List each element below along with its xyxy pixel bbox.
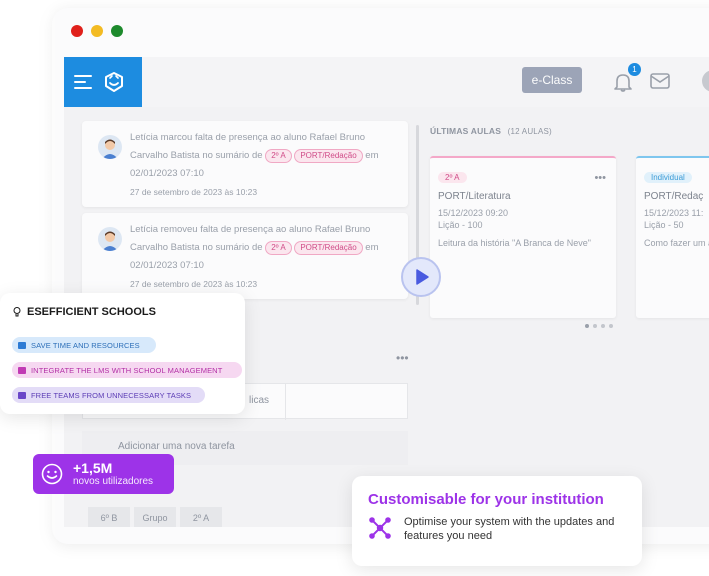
feature-label: INTEGRATE THE LMS WITH SCHOOL MANAGEMENT <box>31 365 223 375</box>
notification-text-part: em <box>365 242 379 253</box>
notification-text-part: em <box>365 150 379 161</box>
efficient-title: ESEFFICIENT SCHOOLS <box>13 306 156 318</box>
notification-badge: 1 <box>628 63 641 76</box>
window-close-dot[interactable] <box>71 25 83 37</box>
avatar <box>98 227 122 251</box>
notification-line: Carvalho Batista no sumário de 2º A PORT… <box>130 147 400 165</box>
pager-dot[interactable] <box>585 324 589 328</box>
lessons-title-text: ÚLTIMAS AULAS <box>430 126 502 136</box>
feature-icon <box>18 341 26 349</box>
lesson-datetime: 15/12/2023 11: <box>644 208 704 218</box>
users-text: +1,5M novos utilizadores <box>73 459 154 488</box>
lesson-number: Lição - 50 <box>644 220 684 230</box>
notification-text: Letícia marcou falta de presença ao alun… <box>130 129 400 201</box>
feature-pill: SAVE TIME AND RESOURCES <box>12 337 156 353</box>
customisable-title: Customisable for your institution <box>368 491 604 508</box>
lesson-description: Como fazer um argumentativ <box>644 238 709 248</box>
pager-dot[interactable] <box>609 324 613 328</box>
smile-icon <box>41 463 63 485</box>
filter-chip[interactable]: Grupo <box>134 507 176 527</box>
mail-icon[interactable] <box>649 72 671 90</box>
lightbulb-icon <box>13 307 21 317</box>
feature-icon <box>18 391 26 399</box>
notification-card[interactable]: Letícia removeu falta de presença ao alu… <box>82 213 408 299</box>
lesson-card[interactable]: 2º A ••• PORT/Literatura 15/12/2023 09:2… <box>430 156 616 318</box>
class-chip[interactable]: 2º A <box>265 149 292 163</box>
lesson-card[interactable]: Individual PORT/Redaç 15/12/2023 11: Liç… <box>636 156 709 318</box>
menu-box[interactable] <box>64 57 142 107</box>
lesson-meta: 15/12/2023 09:20 Lição - 100 <box>438 207 608 231</box>
filter-chip[interactable]: 6º B <box>88 507 130 527</box>
notification-text: Letícia removeu falta de presença ao alu… <box>130 221 400 293</box>
notification-card[interactable]: Letícia marcou falta de presença ao alun… <box>82 121 408 207</box>
play-button[interactable] <box>401 257 441 297</box>
filter-chip[interactable]: 2º A <box>180 507 222 527</box>
more-options-icon[interactable]: ••• <box>396 351 409 365</box>
lesson-chip: 2º A <box>438 172 467 183</box>
feature-label: FREE TEAMS FROM UNNECESSARY TASKS <box>31 390 192 400</box>
notification-line: Letícia marcou falta de presença ao alun… <box>130 132 366 143</box>
subject-chip[interactable]: PORT/Redação <box>294 149 363 163</box>
notification-line: 02/01/2023 07:10 <box>130 168 204 179</box>
lesson-chip: Individual <box>644 172 692 183</box>
notification-text-part: Carvalho Batista no sumário de <box>130 150 263 161</box>
pager-dot[interactable] <box>601 324 605 328</box>
eclass-button[interactable]: e-Class <box>522 67 582 93</box>
class-chip[interactable]: 2º A <box>265 241 292 255</box>
lesson-number: Lição - 100 <box>438 220 483 230</box>
user-avatar[interactable] <box>702 70 709 92</box>
pager-dot[interactable] <box>593 324 597 328</box>
tab-label[interactable]: licas <box>249 395 269 406</box>
lesson-title: PORT/Literatura <box>438 191 511 202</box>
hamburger-icon[interactable] <box>74 75 92 89</box>
notification-line: 02/01/2023 07:10 <box>130 260 204 271</box>
lesson-meta: 15/12/2023 11: Lição - 50 <box>644 207 709 231</box>
users-badge: +1,5M novos utilizadores <box>33 454 174 494</box>
efficient-schools-card: ESEFFICIENT SCHOOLS SAVE TIME AND RESOUR… <box>0 293 245 414</box>
window-maximize-dot[interactable] <box>111 25 123 37</box>
customisable-card: Customisable for your institution Optimi… <box>352 476 642 566</box>
notification-date: 27 de setembro de 2023 às 10:23 <box>130 187 258 197</box>
feature-pill: FREE TEAMS FROM UNNECESSARY TASKS <box>12 387 205 403</box>
divider <box>285 384 286 420</box>
feature-label: SAVE TIME AND RESOURCES <box>31 340 140 350</box>
window-minimize-dot[interactable] <box>91 25 103 37</box>
carousel-pager[interactable] <box>585 324 613 328</box>
filter-row: 6º B Grupo 2º A <box>88 507 222 527</box>
play-icon <box>416 269 429 285</box>
lessons-title: ÚLTIMAS AULAS (12 AULAS) <box>430 126 552 136</box>
notification-line: Letícia removeu falta de presença ao alu… <box>130 224 371 235</box>
feature-icon <box>18 366 26 374</box>
lesson-datetime: 15/12/2023 09:20 <box>438 208 509 218</box>
top-bar: e-Class 1 <box>64 57 709 107</box>
notification-line: Carvalho Batista no sumário de 2º A PORT… <box>130 239 400 257</box>
subject-chip[interactable]: PORT/Redação <box>294 241 363 255</box>
lesson-description: Leitura da história "A Branca de Neve" <box>438 238 591 248</box>
notification-date: 27 de setembro de 2023 às 10:23 <box>130 279 258 289</box>
lessons-count: (12 AULAS) <box>507 127 552 136</box>
users-number: +1,5M <box>73 459 113 476</box>
network-icon <box>369 517 391 539</box>
lesson-title: PORT/Redaç <box>644 191 704 202</box>
logo-icon <box>105 72 123 92</box>
more-options-icon[interactable]: ••• <box>594 172 606 184</box>
feature-pill: INTEGRATE THE LMS WITH SCHOOL MANAGEMENT <box>12 362 242 378</box>
customisable-text: Optimise your system with the updates an… <box>404 516 615 542</box>
stage: e-Class 1 Letícia marcou falta de presen… <box>0 0 709 576</box>
avatar <box>98 135 122 159</box>
notification-text-part: Carvalho Batista no sumário de <box>130 242 263 253</box>
users-label: novos utilizadores <box>73 475 154 487</box>
efficient-title-text: ESEFFICIENT SCHOOLS <box>27 306 156 318</box>
